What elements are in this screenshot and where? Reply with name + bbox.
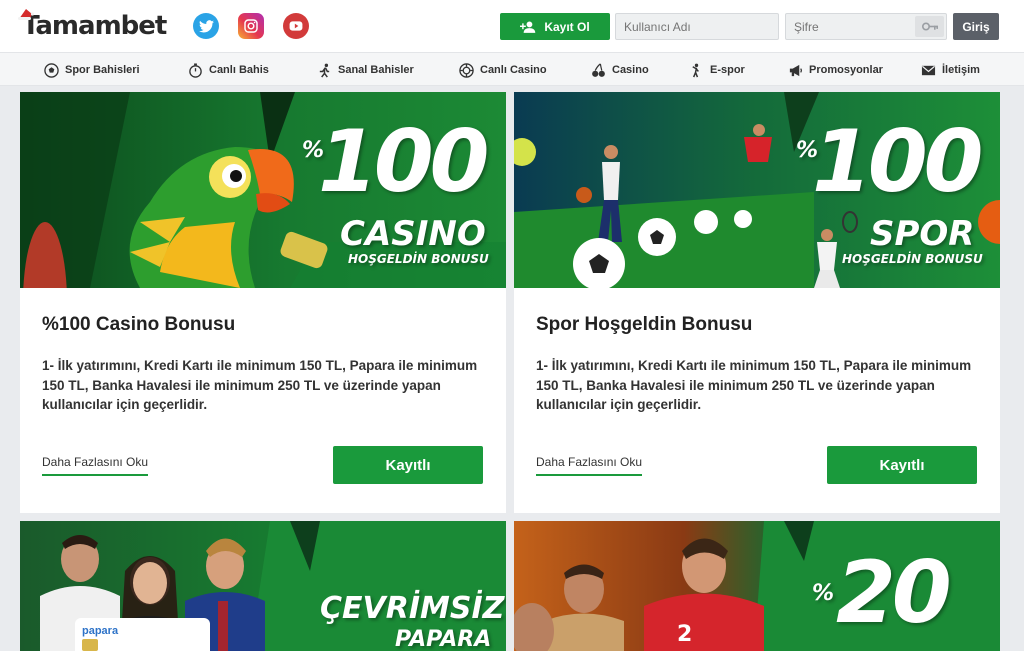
twitter-icon[interactable] — [193, 13, 219, 39]
login-button[interactable]: Giriş — [953, 13, 999, 40]
nav-label: Canlı Casino — [480, 64, 547, 76]
santa-hat-icon — [18, 9, 34, 20]
megaphone-icon — [789, 64, 802, 76]
banner-subline: HOŞGELDİN BONUSU — [348, 252, 489, 266]
banner-big-number: 100 — [318, 112, 490, 212]
player-icon — [692, 63, 699, 77]
kayitli-label: Kayıtlı — [879, 456, 925, 474]
banner-subline: PAPARA — [395, 627, 492, 651]
jersey-number: 2 — [677, 622, 692, 647]
nav-e-spor[interactable]: E-spor — [689, 53, 745, 87]
casino-chip-icon — [459, 62, 474, 78]
nav-label: İletişim — [942, 64, 980, 76]
banner-headline: ÇEVRİMSİZ — [320, 591, 505, 626]
nav-label: Promosyonlar — [809, 64, 883, 76]
kayitli-button[interactable]: Kayıtlı — [333, 446, 483, 484]
envelope-icon — [921, 65, 936, 75]
cherries-icon — [592, 62, 605, 77]
stopwatch-icon — [189, 62, 202, 78]
nav-canli-casino[interactable]: Canlı Casino — [459, 53, 547, 87]
card-description: 1- İlk yatırımını, Kredi Kartı ile minim… — [42, 358, 478, 412]
header: Tamambet Kayıt Ol Giriş — [0, 0, 1024, 52]
card-description: 1- İlk yatırımını, Kredi Kartı ile minim… — [536, 358, 972, 412]
key-icon[interactable] — [915, 16, 944, 37]
nav-canli-bahis[interactable]: Canlı Bahis — [188, 53, 269, 87]
promo-card-spor: % 100 SPOR HOŞGELDİN BONUSU Spor Hoşgeld… — [514, 92, 1000, 513]
main-nav: Spor Bahisleri Canlı Bahis Sanal Bahisle… — [0, 52, 1024, 86]
soccer-ball-icon — [44, 62, 59, 78]
nav-sanal-bahisler[interactable]: Sanal Bahisler — [317, 53, 414, 87]
read-more-link[interactable]: Daha Fazlasını Oku — [536, 455, 643, 476]
register-label: Kayıt Ol — [544, 19, 590, 34]
nav-label: Sanal Bahisler — [338, 64, 414, 76]
card-title: Spor Hoşgeldin Bonusu — [536, 314, 753, 335]
nav-label: Casino — [612, 64, 649, 76]
papara-banner[interactable]: papara ÇEVRİMSİZ PAPARA — [20, 521, 506, 651]
nav-iletisim[interactable]: İletişim — [921, 53, 980, 87]
logo-text: Tamambet — [22, 11, 167, 41]
register-button[interactable]: Kayıt Ol — [500, 13, 610, 40]
nav-label: Spor Bahisleri — [65, 64, 140, 76]
runner-icon — [319, 63, 330, 78]
banner-percent: % — [812, 581, 835, 606]
promo-card-papara: papara ÇEVRİMSİZ PAPARA — [20, 521, 506, 651]
spor-banner[interactable]: % 100 SPOR HOŞGELDİN BONUSU — [514, 92, 1000, 288]
banner-subline: HOŞGELDİN BONUSU — [842, 252, 983, 266]
casino-banner[interactable]: % 100 CASINO HOŞGELDİN BONUSU — [20, 92, 506, 288]
promo-card-20: 2 % 20 — [514, 521, 1000, 651]
nav-promosyonlar[interactable]: Promosyonlar — [788, 53, 883, 87]
percent20-banner[interactable]: 2 % 20 — [514, 521, 1000, 651]
nav-label: Canlı Bahis — [209, 64, 269, 76]
nav-label: E-spor — [710, 64, 745, 76]
youtube-icon[interactable] — [283, 13, 309, 39]
papara-card-brand: papara — [82, 625, 119, 637]
nav-casino[interactable]: Casino — [591, 53, 649, 87]
login-label: Giriş — [962, 19, 990, 34]
read-more-link[interactable]: Daha Fazlasını Oku — [42, 455, 149, 476]
card-title: %100 Casino Bonusu — [42, 314, 236, 335]
banner-big-number: 20 — [836, 543, 952, 643]
promo-card-casino: % 100 CASINO HOŞGELDİN BONUSU %100 Casin… — [20, 92, 506, 513]
kayitli-button[interactable]: Kayıtlı — [827, 446, 977, 484]
banner-headline: SPOR — [870, 214, 975, 254]
banner-big-number: 100 — [812, 112, 984, 212]
add-user-icon — [520, 21, 536, 33]
banner-headline: CASINO — [340, 214, 486, 254]
kayitli-label: Kayıtlı — [385, 456, 431, 474]
username-input[interactable] — [615, 13, 779, 40]
nav-spor-bahisleri[interactable]: Spor Bahisleri — [44, 53, 140, 87]
instagram-icon[interactable] — [238, 13, 264, 39]
logo[interactable]: Tamambet — [18, 9, 167, 42]
